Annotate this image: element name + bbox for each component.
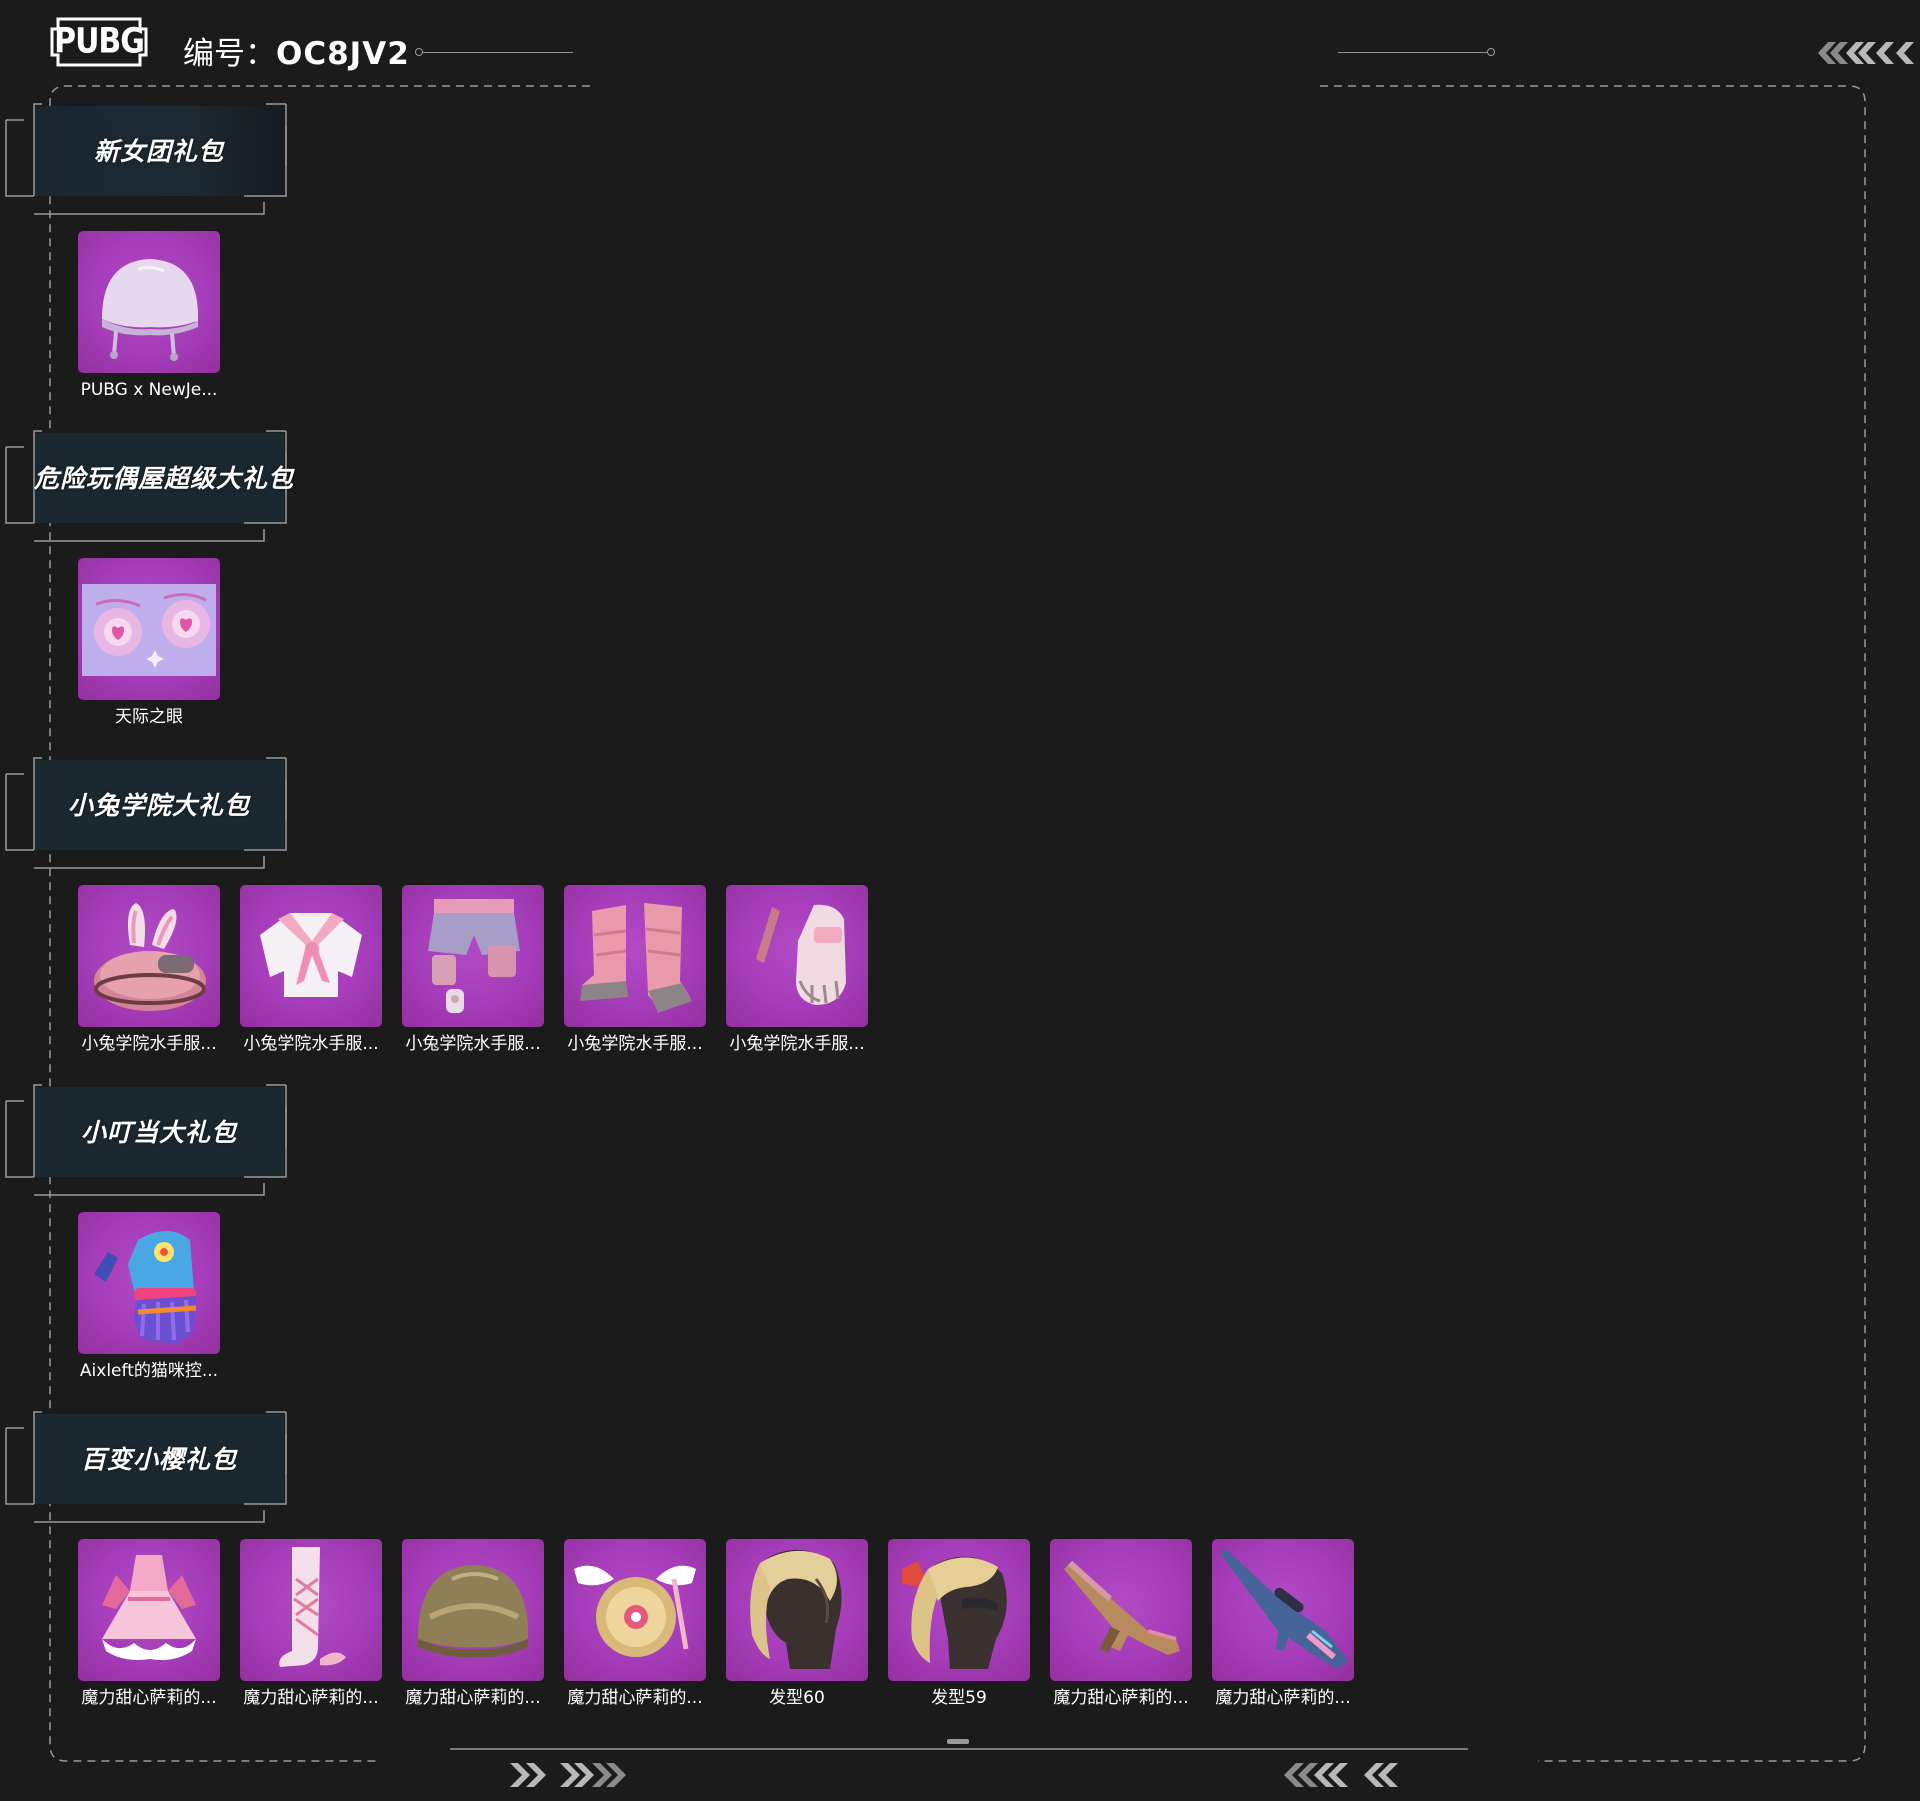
item-tile[interactable] bbox=[240, 1539, 382, 1681]
item-name: 天际之眼 bbox=[115, 707, 183, 727]
item-card[interactable]: 小兔学院水手服... bbox=[564, 885, 706, 1055]
winged-backpack-icon bbox=[574, 1565, 696, 1657]
gloves-icon bbox=[756, 904, 846, 1005]
double-chevron-left-icon bbox=[1284, 1763, 1398, 1787]
hair-bow-icon bbox=[902, 1556, 1007, 1669]
section-items-5: 魔力甜心萨莉的... 魔力甜心萨莉的... 魔力甜心萨莉的... 魔力甜心萨莉的… bbox=[78, 1539, 1374, 1709]
item-name: 发型59 bbox=[931, 1688, 987, 1708]
header-line-dot-right bbox=[1487, 48, 1495, 56]
item-card[interactable]: 魔力甜心萨莉的... bbox=[240, 1539, 382, 1709]
heart-eyes-screen-icon bbox=[82, 584, 216, 676]
glove-icon bbox=[94, 1231, 197, 1344]
top-right-chevrons bbox=[1814, 40, 1914, 66]
item-tile[interactable] bbox=[726, 1539, 868, 1681]
hair-ponytail-icon bbox=[750, 1549, 842, 1669]
section-title: 百变小樱礼包 bbox=[80, 1445, 237, 1474]
item-name: 魔力甜心萨莉的... bbox=[405, 1688, 541, 1708]
item-card[interactable]: Aixleft的猫咪控... bbox=[78, 1212, 220, 1382]
bunny-helmet-icon bbox=[94, 903, 206, 1011]
item-card[interactable]: 魔力甜心萨莉的... bbox=[1050, 1539, 1192, 1709]
item-card[interactable]: 发型59 bbox=[888, 1539, 1030, 1709]
item-card[interactable]: 小兔学院水手服... bbox=[240, 885, 382, 1055]
item-name: 小兔学院水手服... bbox=[729, 1034, 865, 1054]
helmet-icon bbox=[102, 259, 199, 361]
section-title: 新女团礼包 bbox=[93, 137, 224, 166]
logo-text: PUBG bbox=[54, 21, 145, 62]
item-name: Aixleft的猫咪控... bbox=[79, 1361, 219, 1381]
double-chevron-left-icon bbox=[1818, 42, 1914, 64]
item-name: 魔力甜心萨莉的... bbox=[567, 1688, 703, 1708]
item-tile[interactable] bbox=[888, 1539, 1030, 1681]
shorts-icon bbox=[428, 899, 520, 1013]
header-line-right bbox=[1338, 52, 1488, 53]
item-tile[interactable] bbox=[78, 1539, 220, 1681]
item-name: PUBG x NewJe... bbox=[80, 380, 218, 400]
item-name: 魔力甜心萨莉的... bbox=[81, 1688, 217, 1708]
item-tile[interactable] bbox=[78, 558, 220, 700]
item-name: 小兔学院水手服... bbox=[405, 1034, 541, 1054]
sailor-top-icon bbox=[260, 913, 362, 997]
item-name: 小兔学院水手服... bbox=[567, 1034, 703, 1054]
section-items-3: 小兔学院水手服... 小兔学院水手服... 小兔学院水手服... 小兔学院水手服… bbox=[78, 885, 888, 1055]
item-name: 小兔学院水手服... bbox=[81, 1034, 217, 1054]
item-tile[interactable] bbox=[78, 1212, 220, 1354]
item-card[interactable]: PUBG x NewJe... bbox=[78, 231, 220, 401]
section-title: 危险玩偶屋超级大礼包 bbox=[34, 464, 295, 493]
section-header-3: 小兔学院大礼包 bbox=[4, 740, 294, 870]
stockings-icon bbox=[279, 1547, 346, 1667]
item-name: 小兔学院水手服... bbox=[243, 1034, 379, 1054]
header-line-left bbox=[423, 52, 573, 53]
section-header-2: 危险玩偶屋超级大礼包 bbox=[4, 413, 294, 543]
item-tile[interactable] bbox=[78, 231, 220, 373]
item-card[interactable]: 魔力甜心萨莉的... bbox=[402, 1539, 544, 1709]
item-card[interactable]: 发型60 bbox=[726, 1539, 868, 1709]
item-card[interactable]: 魔力甜心萨莉的... bbox=[1212, 1539, 1354, 1709]
item-tile[interactable] bbox=[726, 885, 868, 1027]
item-name: 发型60 bbox=[769, 1688, 825, 1708]
bottom-right-chevrons bbox=[1282, 1760, 1412, 1790]
section-header-1: 新女团礼包 bbox=[4, 86, 294, 216]
section-items-2: 天际之眼 bbox=[78, 558, 240, 728]
item-tile[interactable] bbox=[564, 885, 706, 1027]
serial-number: 编号：OC8JV2 bbox=[183, 28, 410, 73]
section-title: 小兔学院大礼包 bbox=[67, 791, 250, 820]
item-tile[interactable] bbox=[402, 885, 544, 1027]
section-title: 小叮当大礼包 bbox=[80, 1118, 237, 1147]
item-card[interactable]: 小兔学院水手服... bbox=[726, 885, 868, 1055]
pubg-logo: PUBG bbox=[50, 17, 148, 67]
serial-value: OC8JV2 bbox=[276, 36, 410, 72]
item-tile[interactable] bbox=[78, 885, 220, 1027]
item-card[interactable]: 魔力甜心萨莉的... bbox=[564, 1539, 706, 1709]
item-card[interactable]: 小兔学院水手服... bbox=[78, 885, 220, 1055]
item-name: 魔力甜心萨莉的... bbox=[1053, 1688, 1189, 1708]
dress-icon bbox=[102, 1555, 196, 1660]
item-card[interactable]: 天际之眼 bbox=[78, 558, 220, 728]
item-tile[interactable] bbox=[1212, 1539, 1354, 1681]
section-header-5: 百变小樱礼包 bbox=[4, 1394, 294, 1524]
gold-helmet-icon bbox=[418, 1565, 529, 1658]
section-items-4: Aixleft的猫咪控... bbox=[78, 1212, 240, 1382]
section-header-4: 小叮当大礼包 bbox=[4, 1067, 294, 1197]
item-tile[interactable] bbox=[402, 1539, 544, 1681]
rifle-icon bbox=[1064, 1560, 1180, 1655]
item-tile[interactable] bbox=[240, 885, 382, 1027]
item-name: 魔力甜心萨莉的... bbox=[243, 1688, 379, 1708]
double-chevron-right-icon bbox=[510, 1763, 626, 1787]
boots-icon bbox=[580, 903, 692, 1013]
sniper-rifle-icon bbox=[1220, 1549, 1348, 1669]
item-tile[interactable] bbox=[1050, 1539, 1192, 1681]
item-name: 魔力甜心萨莉的... bbox=[1215, 1688, 1351, 1708]
bottom-left-chevrons bbox=[508, 1760, 638, 1790]
item-card[interactable]: 魔力甜心萨莉的... bbox=[78, 1539, 220, 1709]
header-line-dot-left bbox=[415, 48, 423, 56]
item-tile[interactable] bbox=[564, 1539, 706, 1681]
serial-label: 编号： bbox=[183, 36, 276, 72]
item-card[interactable]: 小兔学院水手服... bbox=[402, 885, 544, 1055]
section-items-1: PUBG x NewJe... bbox=[78, 231, 240, 401]
